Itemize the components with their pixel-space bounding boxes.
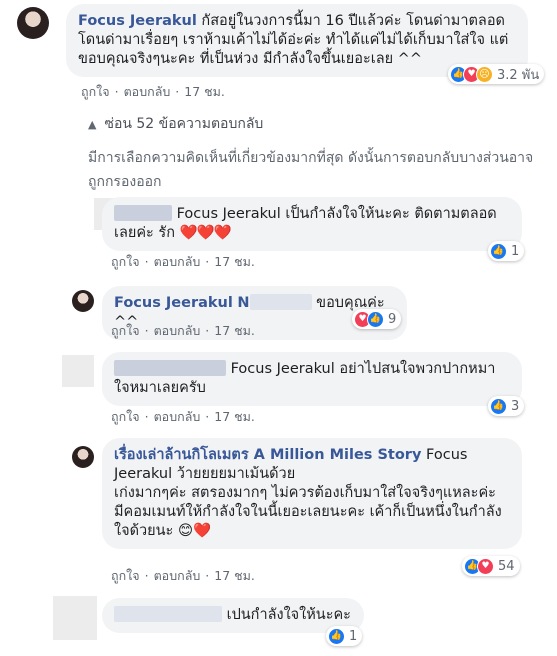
reaction-summary[interactable]: 👍 1 — [488, 241, 525, 261]
redacted-name — [114, 205, 172, 221]
reply-author[interactable]: Focus Jeerakul — [114, 295, 233, 311]
avatar[interactable] — [53, 596, 97, 640]
like-icon: 👍 — [490, 242, 507, 260]
redacted-name — [114, 606, 222, 622]
reply-bubble: Focus Jeerakul เป็นกำลังใจให้นะคะ ติดตาม… — [102, 197, 522, 251]
reply-button[interactable]: ตอบกลับ — [154, 409, 201, 424]
reaction-count: 1 — [511, 243, 520, 259]
sad-icon: ☹ — [476, 65, 493, 83]
reply-bubble: เรื่องเล่าล้านกิโลเมตร A Million Miles S… — [102, 438, 522, 549]
like-button[interactable]: ถูกใจ — [111, 323, 140, 338]
avatar[interactable] — [72, 446, 94, 468]
reply-author[interactable]: เรื่องเล่าล้านกิโลเมตร A Million Miles S… — [114, 447, 421, 463]
hearts-emoji: ❤️❤️❤️ — [179, 225, 232, 241]
like-icon: 👍 — [490, 397, 507, 415]
reply-button[interactable]: ตอบกลับ — [124, 84, 171, 99]
reaction-summary[interactable]: 👍 ♥ ☹ 3.2 พัน — [448, 64, 545, 84]
reaction-summary[interactable]: 👍 ♥ 54 — [462, 556, 520, 576]
redacted-name — [114, 360, 226, 376]
chevron-up-icon: ▲ — [88, 118, 97, 131]
smile-heart-emoji: 😊❤️ — [177, 523, 212, 539]
comment-author[interactable]: Focus Jeerakul — [78, 13, 197, 29]
reaction-summary[interactable]: 👍 1 — [326, 626, 363, 646]
reply-line-1: ว้ายยยยมาเม้นด้วย — [176, 466, 296, 482]
filter-notice: มีการเลือกความคิดเห็นที่เกี่ยวข้องมากที่… — [88, 150, 534, 190]
mention-link[interactable]: Focus Jeerakul — [231, 361, 335, 377]
reply-button[interactable]: ตอบกลับ — [154, 254, 201, 269]
comment-actions: ถูกใจ · ตอบกลับ · 17 ชม. — [81, 84, 225, 99]
hide-replies-link[interactable]: ▲ ซ่อน 52 ข้อความตอบกลับ — [88, 113, 263, 135]
avatar[interactable] — [17, 7, 49, 39]
reply-actions: ถูกใจ · ตอบกลับ · 17 ชม. — [111, 254, 255, 269]
avatar[interactable] — [62, 355, 94, 387]
timestamp[interactable]: 17 ชม. — [214, 409, 255, 424]
reaction-count: 9 — [388, 311, 397, 327]
timestamp[interactable]: 17 ชม. — [214, 568, 255, 583]
hide-replies-label: ซ่อน 52 ข้อความตอบกลับ — [104, 116, 264, 132]
like-button[interactable]: ถูกใจ — [81, 84, 110, 99]
like-button[interactable]: ถูกใจ — [111, 254, 140, 269]
like-icon: 👍 — [328, 627, 345, 645]
like-button[interactable]: ถูกใจ — [111, 409, 140, 424]
mention-link[interactable]: Focus Jeerakul — [177, 206, 281, 222]
reply-actions: ถูกใจ · ตอบกลับ · 17 ชม. — [111, 568, 255, 583]
reaction-summary[interactable]: ♥ 👍 9 — [352, 309, 402, 329]
reply-bubble: Focus Jeerakul อย่าไปสนใจพวกปากหมาใจหมาเ… — [102, 352, 522, 406]
author-initial: N — [237, 295, 250, 311]
like-icon: 👍 — [367, 310, 384, 328]
reply-line-3: มีคอมเมนท์ให้กำลังใจในนี้เยอะเลยนะคะ เค้… — [114, 504, 502, 539]
reaction-summary[interactable]: 👍 3 — [488, 396, 525, 416]
love-icon: ♥ — [477, 557, 494, 575]
avatar[interactable] — [72, 290, 94, 312]
like-button[interactable]: ถูกใจ — [111, 568, 140, 583]
timestamp[interactable]: 17 ชม. — [214, 323, 255, 338]
redacted-name — [249, 294, 312, 310]
timestamp[interactable]: 17 ชม. — [214, 254, 255, 269]
reply-actions: ถูกใจ · ตอบกลับ · 17 ชม. — [111, 323, 255, 338]
reply-text: เป็นกำลังใจให้นะคะ ติดตามตลอดเลยค่ะ รัก — [114, 206, 497, 241]
reaction-count: 3 — [511, 398, 520, 414]
reply-text: เปนกำลังใจให้นะคะ — [226, 607, 351, 623]
reply-bubble: เปนกำลังใจให้นะคะ — [102, 598, 364, 633]
reply-line-2: เก่งมากๆค่ะ สตรองมากๆ ไม่ควรต้องเก็บมาใส… — [114, 485, 496, 501]
reply-button[interactable]: ตอบกลับ — [154, 323, 201, 338]
reaction-count: 3.2 พัน — [497, 67, 540, 83]
reply-button[interactable]: ตอบกลับ — [154, 568, 201, 583]
reaction-count: 54 — [498, 558, 515, 574]
reply-actions: ถูกใจ · ตอบกลับ · 17 ชม. — [111, 409, 255, 424]
reaction-count: 1 — [349, 628, 358, 644]
timestamp[interactable]: 17 ชม. — [184, 84, 225, 99]
